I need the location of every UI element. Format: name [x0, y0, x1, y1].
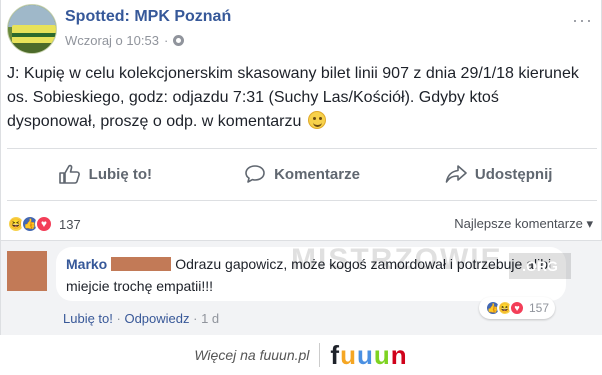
thumbs-up-icon	[58, 164, 80, 184]
share-label: Udostępnij	[474, 165, 553, 183]
divider	[7, 200, 597, 201]
commenter-avatar[interactable]	[7, 251, 47, 291]
comment-label: Komentarze	[274, 165, 360, 183]
comment-age[interactable]: 1 d	[201, 311, 219, 326]
footer-promo-text[interactable]: Więcej na fuuun.pl	[194, 347, 309, 363]
love-reaction-icon: ♥	[35, 215, 53, 233]
comment-like-link[interactable]: Lubię to!	[63, 311, 113, 326]
page-name-link[interactable]: Spotted: MPK Poznań	[65, 8, 231, 26]
share-button[interactable]: Udostępnij	[400, 150, 597, 198]
comment-actions: Lubię to! · Odpowiedz · 1 d	[63, 311, 219, 326]
like-button[interactable]: Lubię to!	[7, 150, 204, 198]
globe-icon	[173, 35, 185, 46]
comment-button[interactable]: Komentarze	[204, 150, 401, 198]
reaction-count: 137	[59, 216, 81, 232]
like-label: Lubię to!	[88, 165, 152, 183]
post-header: Spotted: MPK Poznań Wczoraj o 10:53 · ··…	[7, 4, 597, 54]
post-actions: Lubię to! Komentarze Udostępnij	[7, 150, 597, 198]
site-footer: Więcej na fuuun.pl fuuun	[0, 335, 602, 375]
comment-reactions[interactable]: 👍 😆 ♥ 157	[479, 297, 556, 319]
post-text: J: Kupię w celu kolekcjonerskim skasowan…	[7, 62, 592, 134]
comment-actions-separator: ·	[193, 311, 202, 326]
facebook-post: Spotted: MPK Poznań Wczoraj o 10:53 · ··…	[0, 0, 602, 335]
comment-sort-dropdown[interactable]: Najlepsze komentarze ▾	[454, 216, 593, 232]
commenter-name[interactable]: Marko	[66, 256, 107, 272]
divider	[7, 148, 597, 149]
comment-bubble-icon	[245, 165, 265, 183]
post-timestamp[interactable]: Wczoraj o 10:53	[65, 33, 159, 48]
love-reaction-icon: ♥	[509, 300, 525, 316]
share-arrow-icon	[445, 165, 467, 183]
footer-separator	[319, 343, 321, 367]
post-body: J: Kupię w celu kolekcjonerskim skasowan…	[7, 65, 579, 130]
comments-section: Marko Odrazu gapowicz, może kogoś zamordo…	[1, 240, 602, 335]
smile-emoji-icon	[307, 111, 326, 129]
post-meta: Wczoraj o 10:53 ·	[65, 33, 185, 48]
reactions-summary[interactable]: 😆 👍 ♥ 137 Najlepsze komentarze ▾	[7, 212, 597, 236]
comment-bubble: Marko Odrazu gapowicz, może kogoś zamordo…	[56, 247, 566, 301]
meta-separator: ·	[163, 33, 169, 48]
redacted-surname	[111, 257, 172, 271]
comment-reply-link[interactable]: Odpowiedz	[124, 311, 189, 326]
page-avatar[interactable]	[7, 4, 57, 54]
comment-reaction-count: 157	[529, 301, 550, 315]
fuuun-logo[interactable]: fuuun	[330, 340, 407, 371]
more-options-icon[interactable]: ···	[572, 10, 593, 31]
